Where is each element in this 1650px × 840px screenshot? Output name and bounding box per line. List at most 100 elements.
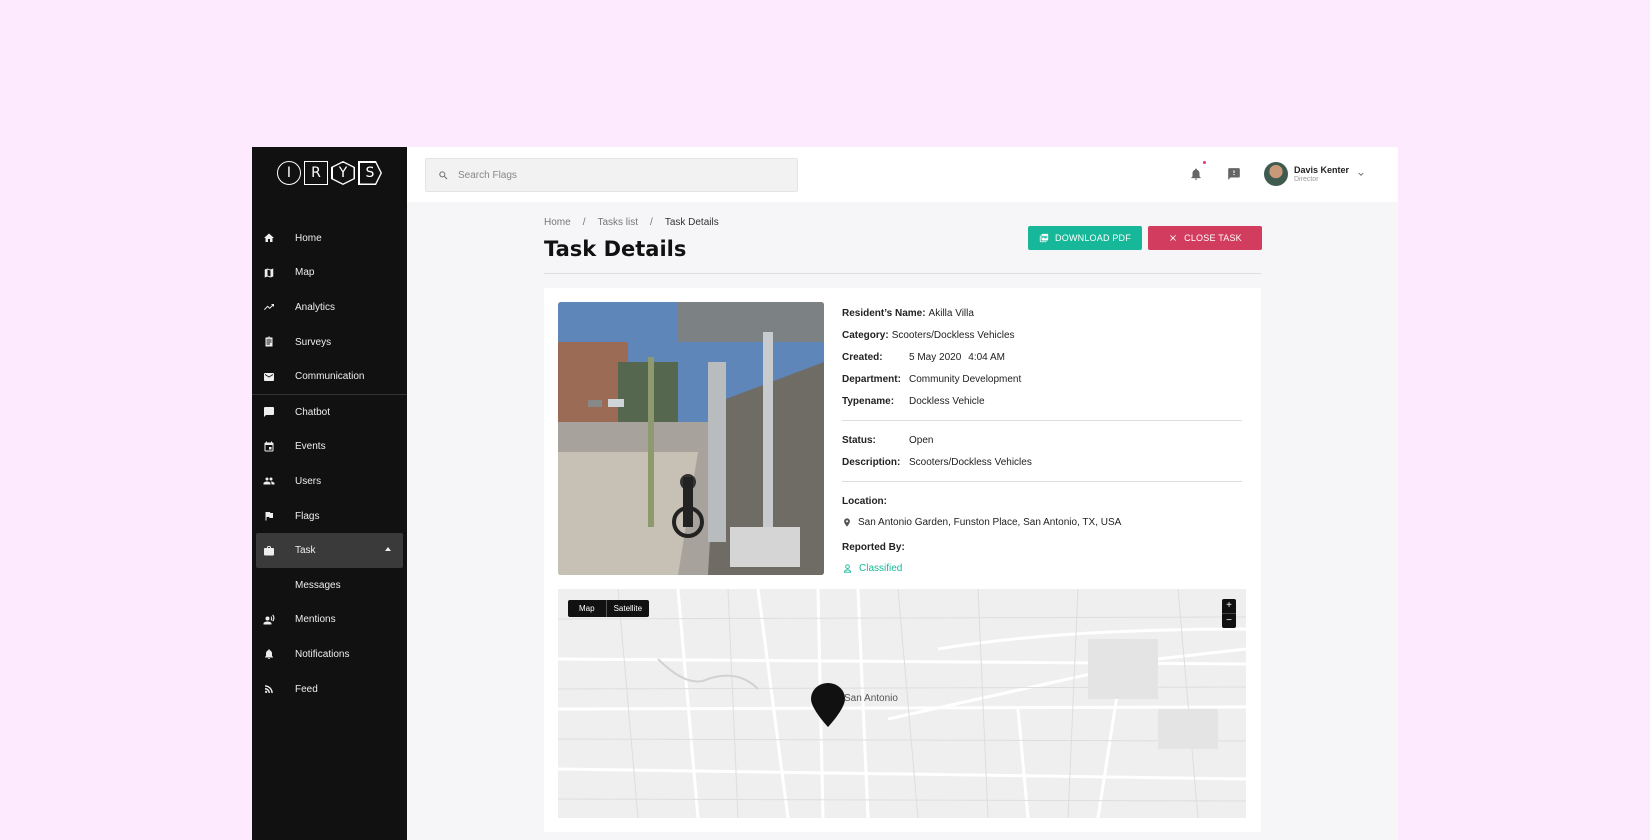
zoom-out-button[interactable]: −	[1222, 613, 1236, 628]
task-detail-card: Resident’s Name: Akilla Villa Category: …	[544, 288, 1261, 832]
location-map[interactable]: Map Satellite + − San Antonio	[558, 589, 1246, 818]
user-menu[interactable]: Davis Kenter Director	[1264, 162, 1365, 186]
logo-letter: Y	[332, 162, 354, 184]
resident-name: Akilla Villa	[928, 307, 974, 319]
pdf-icon	[1039, 233, 1049, 243]
field-label: Created:	[842, 351, 883, 363]
logo-letter-arrow: S	[358, 161, 382, 185]
breadcrumb-separator: /	[582, 217, 586, 228]
sidebar-item-messages[interactable]: Messages	[252, 568, 407, 603]
top-header: Davis Kenter Director	[407, 147, 1398, 202]
field-label: Reported By:	[842, 541, 905, 553]
map-city-label: San Antonio	[844, 693, 898, 704]
close-icon	[1170, 235, 1177, 241]
divider	[842, 420, 1242, 421]
task-photo[interactable]	[558, 302, 824, 575]
breadcrumb-home[interactable]: Home	[544, 217, 571, 228]
sidebar-item-label: Analytics	[295, 301, 336, 313]
zoom-controls: + −	[1222, 599, 1236, 628]
location-value: San Antonio Garden, Funston Place, San A…	[858, 516, 1122, 528]
sidebar-item-communication[interactable]: Communication	[252, 359, 407, 394]
unread-dot	[1203, 161, 1206, 164]
speaker-person-icon	[262, 613, 276, 627]
app-logo[interactable]: I R Y S	[252, 161, 407, 188]
clipboard-icon	[262, 335, 276, 349]
logo-letter: S	[359, 162, 381, 184]
app-window: I R Y S Home Map Analytics Surveys Commu…	[252, 147, 1398, 840]
close-task-button[interactable]: CLOSE TASK	[1148, 226, 1262, 250]
created-time: 4:04 AM	[968, 351, 1005, 363]
sidebar-item-analytics[interactable]: Analytics	[252, 290, 407, 325]
location-pin-icon	[844, 517, 850, 527]
map-type-map[interactable]: Map	[568, 600, 607, 617]
sidebar-item-label: Surveys	[295, 336, 332, 348]
download-pdf-label: DOWNLOAD PDF	[1055, 233, 1131, 243]
task-info: Resident’s Name: Akilla Villa Category: …	[842, 302, 1242, 578]
sidebar-item-task[interactable]: Task	[256, 533, 403, 568]
category-row: Category: Scooters/Dockless Vehicles	[842, 324, 1242, 346]
sidebar-item-notifications[interactable]: Notifications	[252, 637, 407, 672]
field-label: Typename:	[842, 395, 895, 407]
divider	[842, 481, 1242, 482]
flag-icon	[262, 509, 276, 523]
sidebar-item-label: Chatbot	[295, 406, 331, 418]
rss-icon	[262, 682, 276, 696]
sidebar-item-mentions[interactable]: Mentions	[252, 603, 407, 638]
sidebar-item-label: Flags	[295, 510, 320, 522]
map-icon	[262, 266, 276, 280]
logo-letter-hex: Y	[331, 161, 355, 185]
location-row: San Antonio Garden, Funston Place, San A…	[842, 512, 1242, 532]
page-title: Task Details	[544, 237, 687, 261]
location-label-row: Location:	[842, 490, 1242, 512]
notifications-button[interactable]	[1189, 161, 1206, 181]
sidebar-nav: Home Map Analytics Surveys Communication	[252, 221, 407, 706]
bell-icon	[262, 647, 276, 661]
zoom-in-button[interactable]: +	[1222, 599, 1236, 613]
divider	[544, 273, 1261, 274]
reported-by: Classified	[842, 558, 1242, 578]
feedback-button[interactable]	[1227, 167, 1241, 181]
department-value: Community Development	[909, 373, 1022, 385]
reported-label-row: Reported By:	[842, 536, 1242, 558]
feedback-icon	[1228, 168, 1240, 180]
field-label: Location:	[842, 495, 887, 507]
download-pdf-button[interactable]: DOWNLOAD PDF	[1028, 226, 1142, 250]
home-icon	[262, 231, 276, 245]
chat-icon	[262, 405, 276, 419]
people-icon	[262, 474, 276, 488]
field-label: Category:	[842, 329, 889, 341]
sidebar-item-feed[interactable]: Feed	[252, 672, 407, 707]
sidebar-item-label: Feed	[295, 683, 318, 695]
status-value: Open	[909, 434, 934, 446]
sidebar-item-surveys[interactable]: Surveys	[252, 325, 407, 360]
search-input[interactable]	[458, 169, 758, 181]
department-row: Department: Community Development	[842, 368, 1242, 390]
resident-row: Resident’s Name: Akilla Villa	[842, 302, 1242, 324]
close-task-label: CLOSE TASK	[1184, 233, 1242, 243]
description-row: Description: Scooters/Dockless Vehicles	[842, 451, 1242, 473]
sidebar-item-label: Messages	[295, 579, 341, 591]
sidebar: I R Y S Home Map Analytics Surveys Commu…	[252, 147, 407, 840]
avatar	[1264, 162, 1288, 186]
sidebar-item-events[interactable]: Events	[252, 430, 407, 465]
sidebar-item-users[interactable]: Users	[252, 464, 407, 499]
map-type-toggle[interactable]: Map Satellite	[568, 600, 650, 617]
sidebar-item-flags[interactable]: Flags	[252, 499, 407, 534]
chevron-down-icon	[1358, 172, 1364, 176]
map-type-satellite[interactable]: Satellite	[607, 600, 649, 617]
breadcrumb-tasks[interactable]: Tasks list	[597, 217, 638, 228]
search-bar[interactable]	[425, 158, 798, 192]
sidebar-item-map[interactable]: Map	[252, 256, 407, 291]
sidebar-item-label: Home	[295, 232, 322, 244]
breadcrumb-separator: /	[650, 217, 653, 228]
sidebar-item-label: Events	[295, 441, 326, 453]
map-marker-icon[interactable]	[811, 683, 845, 727]
chevron-up-icon	[385, 547, 391, 552]
sidebar-item-home[interactable]: Home	[252, 221, 407, 256]
field-label: Status:	[842, 434, 876, 446]
field-label: Resident’s Name:	[842, 307, 926, 319]
breadcrumb: Home / Tasks list / Task Details	[544, 217, 719, 228]
created-row: Created: 5 May 2020 4:04 AM	[842, 346, 1242, 368]
trending-up-icon	[262, 300, 276, 314]
sidebar-item-chatbot[interactable]: Chatbot	[252, 395, 407, 430]
